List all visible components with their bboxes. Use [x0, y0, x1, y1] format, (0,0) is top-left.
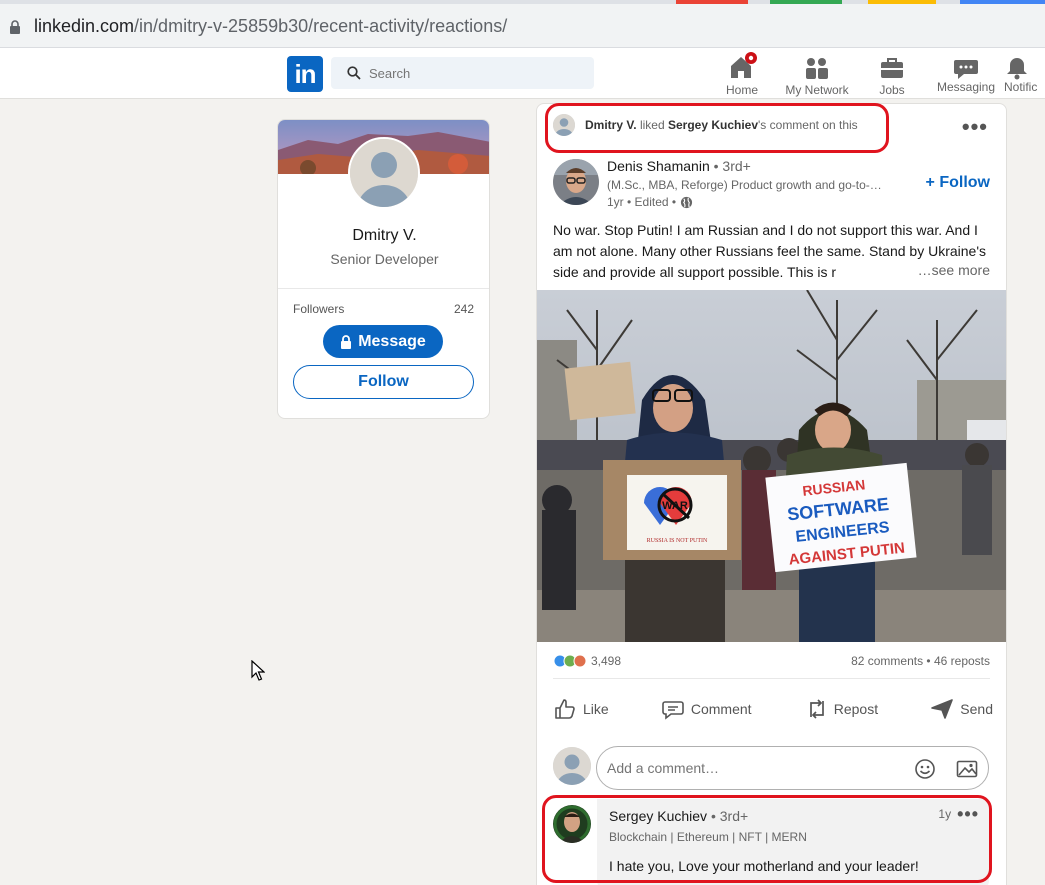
briefcase-icon: [881, 58, 903, 78]
nav-my-network[interactable]: My Network: [780, 52, 854, 98]
thumbs-up-icon: [555, 699, 575, 719]
author-photo: [553, 159, 599, 205]
protest-photo-image: WAR RUSSIA IS NOT PUTIN RUSSIAN SOFTWARE…: [537, 290, 1006, 642]
current-user-avatar[interactable]: [553, 747, 591, 785]
post-actions-bar: Like Comment Repost Send: [553, 694, 993, 724]
lock-icon: [10, 20, 20, 34]
post-timestamp: 1yr • Edited •: [607, 195, 693, 209]
search-input[interactable]: [369, 57, 584, 89]
profile-card: Dmitry V. Senior Developer Followers 242…: [277, 119, 490, 419]
lock-icon: [341, 334, 352, 349]
reaction-icons: [553, 654, 587, 668]
send-button[interactable]: Send: [930, 694, 993, 724]
profile-name[interactable]: Dmitry V.: [278, 227, 489, 245]
message-button-label: Message: [358, 332, 426, 350]
nav-jobs[interactable]: Jobs: [872, 52, 912, 98]
profile-follow-button[interactable]: Follow: [293, 365, 474, 399]
linkedin-header: in Home My Network: [0, 48, 1045, 99]
post-author-name[interactable]: Denis Shamanin • 3rd+: [607, 158, 751, 174]
nav-notifications[interactable]: Notific: [1004, 52, 1045, 98]
highlight-box-comment: [542, 795, 992, 883]
comment-input-box[interactable]: [596, 746, 989, 790]
profile-title: Senior Developer: [330, 251, 439, 267]
image-icon[interactable]: [956, 758, 978, 780]
nav-messaging[interactable]: Messaging: [934, 52, 998, 98]
home-icon: [731, 52, 757, 78]
search-bar[interactable]: [331, 57, 594, 89]
linkedin-logo[interactable]: in: [287, 56, 323, 92]
like-button[interactable]: Like: [553, 694, 609, 724]
globe-icon: [681, 196, 693, 208]
address-bar[interactable]: linkedin.com/in/dmitry-v-25859b30/recent…: [0, 4, 1045, 48]
nav-notifications-label: Notific: [1004, 80, 1038, 94]
comment-icon: [662, 701, 684, 720]
profile-divider: [278, 288, 489, 289]
followers-label: Followers: [293, 302, 345, 316]
stats-divider: [553, 678, 990, 679]
profile-avatar[interactable]: [348, 137, 420, 209]
message-button[interactable]: Message: [323, 325, 443, 358]
comments-reposts-count[interactable]: 82 comments • 46 reposts: [851, 654, 990, 668]
reactions-summary[interactable]: 3,498: [553, 654, 621, 668]
post-photo[interactable]: WAR RUSSIA IS NOT PUTIN RUSSIAN SOFTWARE…: [537, 290, 1006, 642]
followers-count: 242: [453, 302, 474, 316]
post-follow-button[interactable]: + Follow: [926, 174, 990, 192]
nav-home[interactable]: Home: [718, 52, 766, 98]
repost-button[interactable]: Repost: [804, 694, 878, 724]
highlight-box-activity: [545, 103, 889, 153]
nav-messaging-label: Messaging: [936, 80, 996, 94]
emoji-icon[interactable]: [914, 758, 936, 780]
comment-input[interactable]: [607, 747, 897, 789]
url-text[interactable]: linkedin.com/in/dmitry-v-25859b30/recent…: [34, 16, 507, 37]
messaging-icon: [954, 60, 978, 79]
nav-jobs-label: Jobs: [879, 83, 905, 97]
sign-left-sub: RUSSIA IS NOT PUTIN: [647, 538, 708, 544]
bell-icon: [1007, 58, 1027, 80]
default-avatar-icon: [350, 139, 418, 207]
post-author-degree: • 3rd+: [713, 158, 751, 174]
post-author-headline: (M.Sc., MBA, Reforge) Product growth and…: [607, 178, 882, 192]
see-more-link[interactable]: …see more: [913, 262, 990, 278]
post-more-options-button[interactable]: •••: [962, 114, 988, 140]
nav-my-network-label: My Network: [785, 83, 849, 97]
comment-button[interactable]: Comment: [661, 694, 752, 724]
post-author-avatar[interactable]: [553, 159, 599, 205]
search-icon: [347, 66, 361, 80]
sign-left-main: WAR: [662, 500, 688, 512]
send-icon: [931, 699, 954, 719]
nav-home-label: Home: [725, 83, 758, 97]
default-avatar-icon: [553, 747, 591, 785]
feed-post-card: Dmitry V. liked Sergey Kuchiev's comment…: [536, 103, 1007, 885]
repost-icon: [809, 699, 824, 719]
mouse-cursor-icon: [251, 660, 265, 681]
reactions-count: 3,498: [591, 654, 622, 668]
network-icon: [806, 58, 828, 79]
